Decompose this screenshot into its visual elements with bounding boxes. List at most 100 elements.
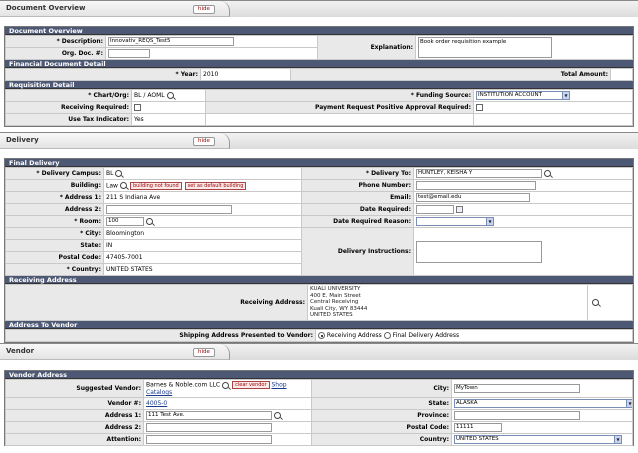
section-header: Vendor Address bbox=[5, 371, 633, 379]
vendor-province-label: Province: bbox=[311, 409, 452, 422]
receiving-address-line: UNITED STATES bbox=[310, 312, 353, 319]
hide-overview-button[interactable]: hide bbox=[193, 5, 215, 14]
date-required-input[interactable] bbox=[416, 205, 454, 214]
vendor-address2-input[interactable] bbox=[146, 423, 272, 432]
vendor-number-link[interactable]: 4005-0 bbox=[146, 400, 167, 407]
vendor-number-label: Vendor #: bbox=[5, 397, 144, 410]
delivery-instructions-textarea[interactable] bbox=[416, 240, 542, 263]
date-required-label: Date Required: bbox=[301, 203, 414, 216]
address1-value: 211 S Indiana Ave bbox=[103, 191, 302, 204]
email-input[interactable]: test@email.edu bbox=[416, 193, 530, 202]
vendor-postal-label: Postal Code: bbox=[311, 421, 452, 434]
vendor-address2-label: Address 2: bbox=[5, 421, 144, 434]
state-value: IN bbox=[103, 239, 302, 252]
room-label: * Room: bbox=[5, 215, 104, 228]
description-label: * Description: bbox=[5, 35, 106, 48]
hide-delivery-button[interactable]: hide bbox=[193, 137, 215, 146]
building-value: Law bbox=[106, 182, 118, 189]
delivery-panel: Final Delivery * Delivery Campus: BL * D… bbox=[4, 158, 634, 343]
use-tax-value: Yes bbox=[131, 113, 206, 126]
city-label: * City: bbox=[5, 227, 104, 240]
chart-org-separator: / bbox=[143, 92, 146, 99]
delivery-campus-value: BL bbox=[106, 170, 114, 177]
section-header: Financial Document Detail bbox=[5, 60, 633, 68]
postal-code-label: Postal Code: bbox=[5, 251, 104, 264]
vendor-state-select[interactable]: ALASKA ▼ bbox=[454, 399, 632, 408]
explanation-text: Book order requisition example bbox=[420, 39, 507, 45]
year-label: * Year: bbox=[5, 68, 201, 81]
delivery-instructions-label: Delivery Instructions: bbox=[301, 227, 414, 276]
vendor-city-label: City: bbox=[311, 379, 452, 398]
vendor-country-select[interactable]: UNITED STATES ▼ bbox=[454, 435, 622, 444]
tab-document-overview: Document Overview hide bbox=[0, 0, 638, 17]
total-amount-label: Total Amount: bbox=[290, 68, 611, 81]
chevron-down-icon: ▼ bbox=[614, 436, 621, 443]
payment-approval-label: Payment Request Positive Approval Requir… bbox=[205, 101, 474, 114]
receiving-address-lookup-icon[interactable] bbox=[592, 299, 599, 306]
funding-source-select[interactable]: INSTITUTION ACCOUNT ▼ bbox=[476, 91, 570, 100]
calendar-icon[interactable] bbox=[456, 206, 463, 213]
chevron-down-icon: ▼ bbox=[486, 218, 493, 225]
address2-label: Address 2: bbox=[5, 203, 104, 216]
attention-label: Attention: bbox=[5, 433, 144, 446]
delivery-campus-label: * Delivery Campus: bbox=[5, 167, 104, 180]
suggested-vendor-value: Barnes & Noble.com LLC bbox=[146, 381, 221, 389]
vendor-postal-input[interactable]: 11111 bbox=[454, 423, 502, 432]
room-lookup-icon[interactable] bbox=[146, 218, 153, 225]
deliver-to-lookup-icon[interactable] bbox=[544, 170, 551, 177]
vendor-address1-label: Address 1: bbox=[5, 409, 144, 422]
funding-source-label: * Funding Source: bbox=[205, 89, 474, 102]
postal-code-value: 47405-7001 bbox=[103, 251, 302, 264]
phone-input[interactable] bbox=[416, 181, 536, 190]
receiving-address-label: Receiving Address: bbox=[5, 284, 308, 321]
chevron-down-icon: ▼ bbox=[562, 92, 569, 99]
description-input[interactable]: Innovativ_REQS_Test5 bbox=[108, 37, 234, 46]
vendor-state-label: State: bbox=[311, 397, 452, 410]
date-reason-select[interactable]: ▼ bbox=[416, 217, 494, 226]
explanation-textarea[interactable]: Book order requisition example bbox=[418, 37, 552, 58]
room-input[interactable]: 100 bbox=[106, 217, 144, 226]
chart-value: BL bbox=[134, 92, 142, 99]
final-delivery-address-radio[interactable] bbox=[383, 332, 391, 339]
campus-lookup-icon[interactable] bbox=[115, 170, 123, 177]
phone-label: Phone Number: bbox=[301, 179, 414, 192]
section-header: Document Overview bbox=[5, 27, 633, 35]
address2-input[interactable] bbox=[106, 205, 232, 214]
tab-delivery: Delivery hide bbox=[0, 132, 638, 149]
deliver-to-label: * Delivery To: bbox=[301, 167, 414, 180]
building-not-found-button[interactable]: building not found bbox=[129, 181, 182, 190]
vendor-state-value: ALASKA bbox=[456, 400, 478, 406]
document-page: Document Overview hide Document Overview… bbox=[0, 0, 638, 453]
receiving-required-checkbox[interactable] bbox=[134, 104, 141, 111]
vendor-lookup-icon[interactable] bbox=[222, 381, 230, 389]
suggested-vendor-label: Suggested Vendor: bbox=[5, 379, 144, 398]
receiving-address-radio[interactable] bbox=[318, 332, 325, 339]
funding-source-value: INSTITUTION ACCOUNT bbox=[478, 92, 542, 98]
deliver-to-input[interactable]: HUNTLEY, KEISHA Y bbox=[416, 169, 542, 178]
receiving-address-option-label: Receiving Address bbox=[326, 332, 382, 339]
country-value: UNITED STATES bbox=[103, 263, 302, 276]
section-header: Final Delivery bbox=[5, 159, 633, 167]
document-overview-panel: Document Overview * Description: Innovat… bbox=[4, 26, 634, 127]
year-value: 2010 bbox=[200, 68, 291, 81]
chevron-down-icon: ▼ bbox=[626, 400, 632, 407]
clear-vendor-button[interactable]: clear vendor bbox=[232, 381, 270, 389]
final-delivery-option-label: Final Delivery Address bbox=[392, 332, 460, 339]
vendor-address1-input[interactable]: 111 Test Ave. bbox=[146, 411, 272, 420]
building-lookup-icon[interactable] bbox=[119, 182, 127, 189]
vendor-panel: Vendor Address Suggested Vendor: Barnes … bbox=[4, 370, 634, 446]
set-default-building-button[interactable]: set as default building bbox=[184, 181, 247, 190]
address-lookup-icon[interactable] bbox=[274, 412, 281, 419]
building-label: Building: bbox=[5, 179, 104, 192]
chart-org-lookup-icon[interactable] bbox=[166, 92, 174, 99]
vendor-province-input[interactable] bbox=[454, 411, 580, 420]
vendor-country-label: Country: bbox=[311, 433, 452, 446]
payment-approval-checkbox[interactable] bbox=[476, 104, 483, 111]
hide-vendor-button[interactable]: hide bbox=[193, 348, 215, 357]
attention-input[interactable] bbox=[146, 435, 272, 444]
vendor-city-input[interactable]: MyTown bbox=[454, 384, 580, 393]
org-doc-input[interactable] bbox=[108, 49, 150, 58]
section-header: Requisition Detail bbox=[5, 81, 633, 89]
use-tax-label: Use Tax Indicator: bbox=[5, 113, 132, 126]
org-doc-label: Org. Doc. #: bbox=[5, 47, 106, 60]
